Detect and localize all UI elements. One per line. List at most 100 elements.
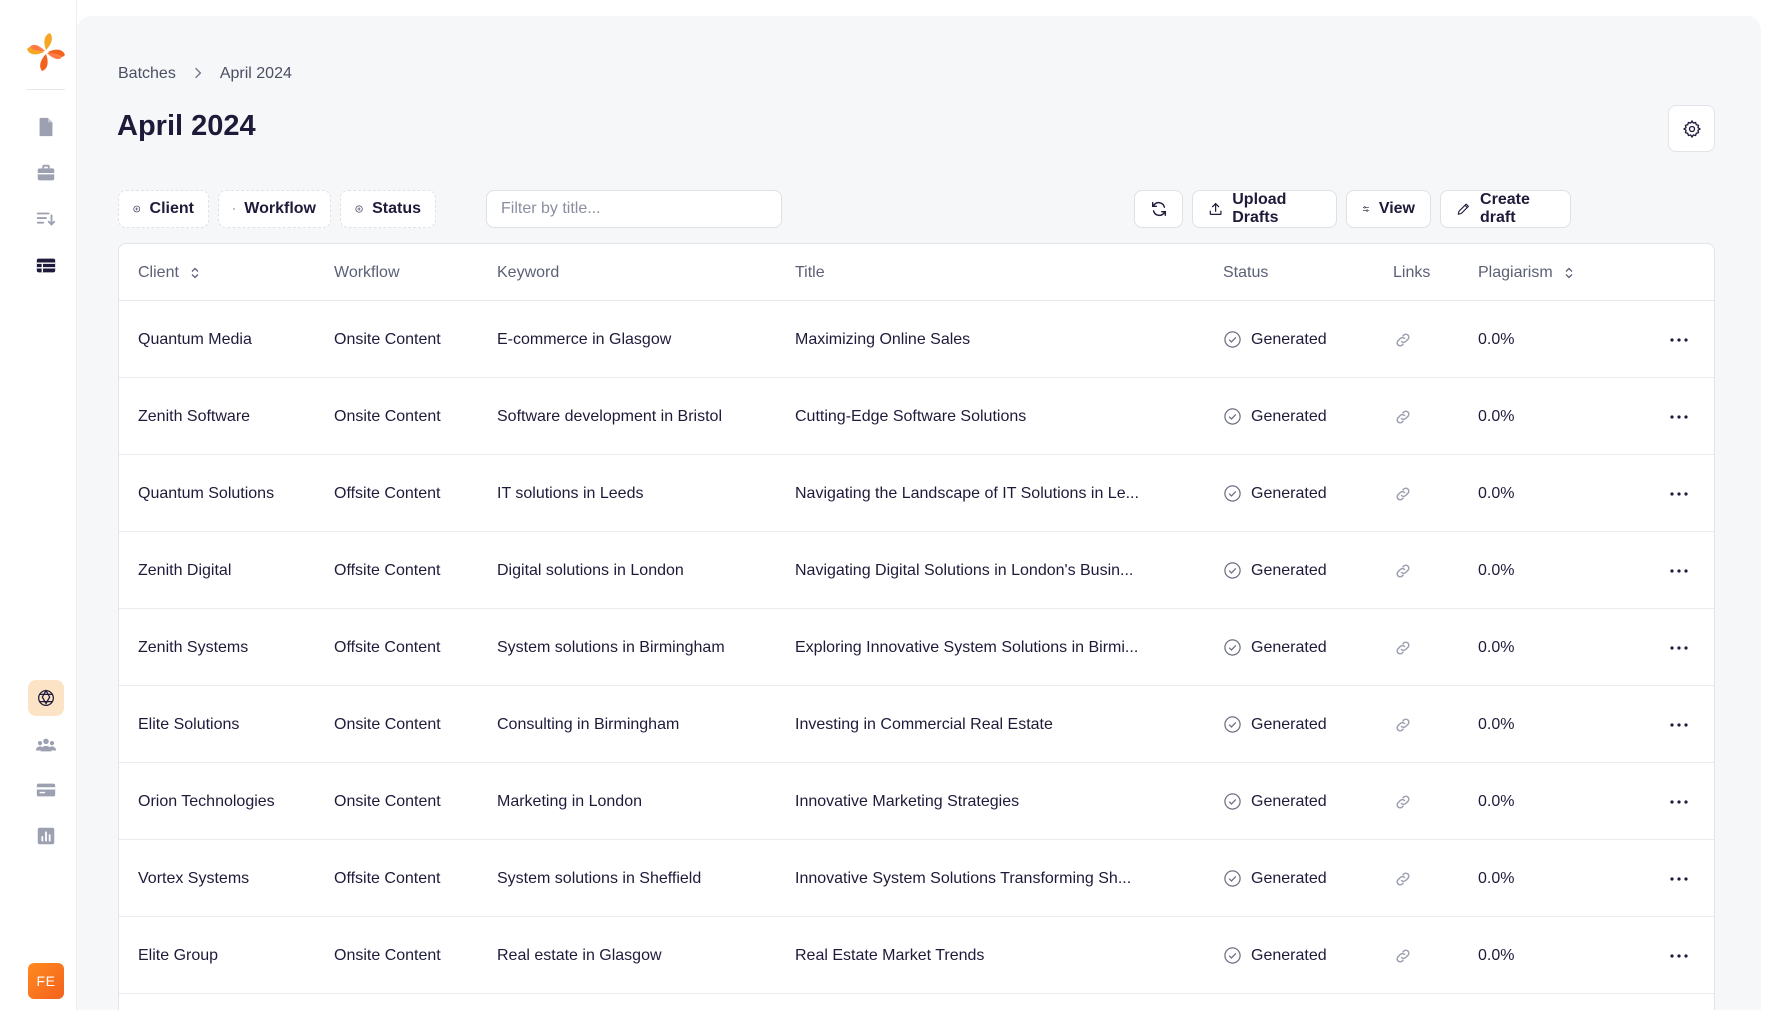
cell-keyword: IT solutions in Leeds: [497, 484, 644, 502]
row-actions-button[interactable]: [1664, 917, 1694, 994]
cell-client: Zenith Systems: [138, 638, 249, 656]
table-icon: [36, 258, 56, 273]
cell-status: Generated: [1223, 609, 1327, 686]
sidebar-item-team[interactable]: [28, 727, 64, 763]
column-header-label: Status: [1223, 263, 1269, 281]
table-row[interactable]: Quantum Solutions Offsite Content IT sol…: [119, 455, 1714, 532]
cell-title[interactable]: Investing in Commercial Real Estate: [795, 686, 1053, 763]
cell-title[interactable]: Navigating the Landscape of IT Solutions…: [795, 455, 1139, 532]
cell-workflow: Offsite Content: [334, 869, 441, 887]
drafts-table: Client Workflow Keyword Title Status Lin…: [118, 243, 1715, 1010]
table-row[interactable]: Orion Technologies Onsite Content Market…: [119, 763, 1714, 840]
row-actions-button[interactable]: [1664, 840, 1694, 917]
briefcase-icon: [37, 164, 55, 181]
cell-status: Generated: [1223, 455, 1327, 532]
check-circle-icon: [1224, 793, 1241, 810]
cell-title[interactable]: Exploring Innovative System Solutions in…: [795, 609, 1138, 686]
cell-status: Generated: [1223, 301, 1327, 378]
row-actions-button[interactable]: [1664, 763, 1694, 840]
filter-client-button[interactable]: Client: [118, 190, 209, 228]
cell-title[interactable]: Cutting-Edge Software Solutions: [795, 378, 1026, 455]
sidebar-item-batches[interactable]: [28, 247, 64, 283]
cell-title[interactable]: Innovative System Solutions Transforming…: [795, 840, 1131, 917]
row-actions-button[interactable]: [1664, 609, 1694, 686]
cell-client: Orion Technologies: [138, 792, 275, 810]
cell-workflow: Onsite Content: [334, 792, 441, 810]
row-actions-button[interactable]: [1664, 532, 1694, 609]
link-icon: [1396, 717, 1410, 732]
view-label: View: [1378, 200, 1415, 217]
cell-links[interactable]: [1393, 301, 1413, 378]
sidebar-item-billing[interactable]: [28, 772, 64, 808]
openai-icon: [38, 689, 54, 706]
filter-status-button[interactable]: Status: [340, 190, 436, 228]
table-body: Quantum Media Onsite Content E-commerce …: [119, 301, 1714, 994]
table-row[interactable]: Vortex Systems Offsite Content System so…: [119, 840, 1714, 917]
table-row[interactable]: Zenith Software Onsite Content Software …: [119, 378, 1714, 455]
cell-links[interactable]: [1393, 532, 1413, 609]
users-icon: [35, 738, 57, 752]
link-icon: [1396, 794, 1410, 809]
plus-circle-icon: [133, 205, 141, 213]
view-button[interactable]: View: [1346, 190, 1431, 228]
sidebar-item-documents[interactable]: [28, 109, 64, 145]
cell-title[interactable]: Navigating Digital Solutions in London's…: [795, 532, 1133, 609]
table-row[interactable]: Elite Solutions Onsite Content Consultin…: [119, 686, 1714, 763]
cell-title[interactable]: Maximizing Online Sales: [795, 301, 970, 378]
cell-client: Vortex Systems: [138, 869, 250, 887]
row-actions-button[interactable]: [1664, 686, 1694, 763]
cell-keyword: Marketing in London: [497, 792, 642, 810]
cell-links[interactable]: [1393, 686, 1413, 763]
table-row[interactable]: Quantum Media Onsite Content E-commerce …: [119, 301, 1714, 378]
brand-logo[interactable]: [26, 32, 66, 72]
cell-plagiarism: 0.0%: [1478, 561, 1515, 579]
avatar[interactable]: FE: [28, 963, 64, 999]
more-horizontal-icon: [1670, 491, 1688, 496]
sidebar-item-clients[interactable]: [28, 155, 64, 191]
check-circle-icon: [1224, 639, 1241, 656]
refresh-button[interactable]: [1134, 190, 1183, 228]
cell-client: Zenith Digital: [138, 561, 232, 579]
cell-plagiarism: 0.0%: [1478, 869, 1515, 887]
column-header-client[interactable]: Client: [138, 244, 201, 301]
column-header-status: Status: [1223, 244, 1268, 301]
column-header-label: Plagiarism: [1478, 263, 1553, 281]
row-actions-button[interactable]: [1664, 301, 1694, 378]
link-icon: [1396, 409, 1410, 424]
row-actions-button[interactable]: [1664, 455, 1694, 532]
sidebar-item-queue[interactable]: [28, 201, 64, 237]
cell-links[interactable]: [1393, 917, 1413, 994]
cell-client: Zenith Software: [138, 407, 251, 425]
column-header-plagiarism[interactable]: Plagiarism: [1478, 244, 1575, 301]
table-header: Client Workflow Keyword Title Status Lin…: [119, 244, 1714, 301]
cell-links[interactable]: [1393, 763, 1413, 840]
settings-button[interactable]: [1668, 105, 1715, 152]
status-label: Generated: [1251, 946, 1327, 964]
cell-title[interactable]: Innovative Marketing Strategies: [795, 763, 1019, 840]
column-header-label: Client: [138, 263, 179, 281]
filter-workflow-button[interactable]: Workflow: [218, 190, 331, 228]
table-row[interactable]: Zenith Digital Offsite Content Digital s…: [119, 532, 1714, 609]
sidebar-item-ai[interactable]: [28, 680, 64, 716]
filter-title-input[interactable]: [486, 190, 782, 228]
breadcrumb-root[interactable]: Batches: [118, 65, 176, 83]
cell-keyword: System solutions in Birmingham: [497, 638, 725, 656]
cell-title[interactable]: Real Estate Market Trends: [795, 917, 984, 994]
check-circle-icon: [1224, 485, 1241, 502]
cell-client: Elite Solutions: [138, 715, 240, 733]
cell-links[interactable]: [1393, 840, 1413, 917]
cell-links[interactable]: [1393, 455, 1413, 532]
create-draft-button[interactable]: Create draft: [1440, 190, 1571, 228]
gear-icon: [1682, 119, 1701, 138]
table-row[interactable]: Zenith Systems Offsite Content System so…: [119, 609, 1714, 686]
upload-drafts-button[interactable]: Upload Drafts: [1192, 190, 1337, 228]
cell-plagiarism: 0.0%: [1478, 715, 1515, 733]
table-row[interactable]: Elite Group Onsite Content Real estate i…: [119, 917, 1714, 994]
status-label: Generated: [1251, 715, 1327, 733]
status-label: Generated: [1251, 869, 1327, 887]
cell-links[interactable]: [1393, 609, 1413, 686]
row-actions-button[interactable]: [1664, 378, 1694, 455]
link-icon: [1396, 871, 1410, 886]
sidebar-item-analytics[interactable]: [28, 818, 64, 854]
cell-links[interactable]: [1393, 378, 1413, 455]
